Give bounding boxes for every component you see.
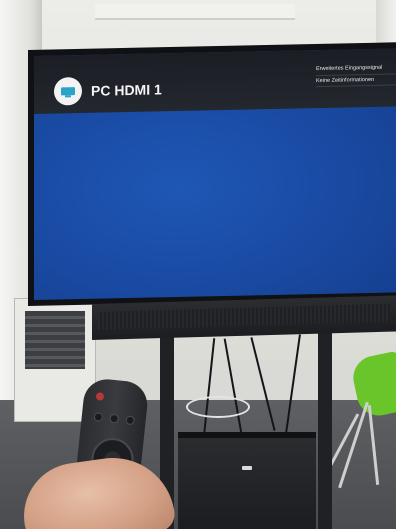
stand-post-right [318, 330, 332, 529]
ceiling-duct [95, 4, 295, 20]
monitor-glyph [61, 87, 75, 96]
photo-scene: PC HDMI 1 Erweitertes Eingangssignal Kei… [0, 0, 396, 529]
source-title: PC HDMI 1 [91, 81, 162, 99]
remote-button [93, 412, 104, 422]
stand-logo [242, 466, 252, 470]
remote-button [109, 413, 120, 424]
pc-monitor-icon [54, 76, 82, 106]
soundbar-grille [98, 303, 390, 330]
power-button-icon [95, 392, 105, 401]
osd-menu: Erweitertes Eingangssignal Keine Zeitinf… [316, 62, 396, 88]
stand-cabinet [178, 432, 316, 529]
white-cable [186, 396, 250, 418]
remote-button [125, 415, 136, 426]
tv-screen: PC HDMI 1 Erweitertes Eingangssignal Kei… [34, 48, 396, 301]
tv-source-banner: PC HDMI 1 Erweitertes Eingangssignal Kei… [34, 48, 396, 115]
osd-menu-item[interactable]: Keine Zeitinformationen [316, 73, 396, 88]
rack-devices [25, 311, 85, 369]
